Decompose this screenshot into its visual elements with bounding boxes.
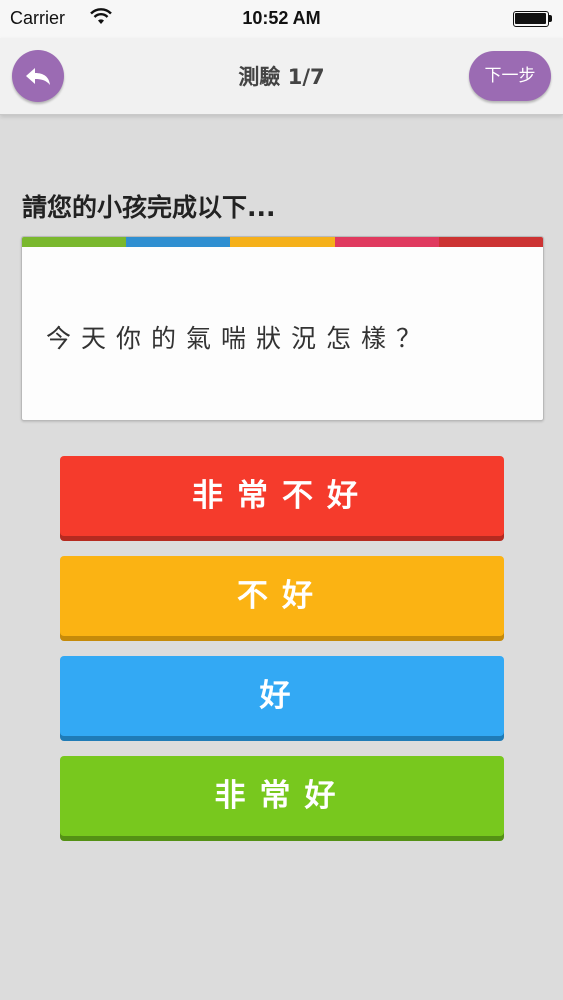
color-strip-segment [334, 237, 439, 247]
color-strip-segment [438, 237, 543, 247]
color-strip-segment [22, 237, 127, 247]
question-card: 今天你的氣喘狀況怎樣？ [21, 236, 544, 421]
next-button[interactable]: 下一步 [469, 51, 551, 101]
answer-button-good[interactable]: 好 [60, 656, 504, 736]
question-text: 今天你的氣喘狀況怎樣？ [46, 324, 432, 353]
answer-button-bad[interactable]: 不好 [60, 556, 504, 636]
answer-button-very-good[interactable]: 非常好 [60, 756, 504, 836]
battery-icon [513, 11, 553, 27]
clock: 10:52 AM [242, 8, 321, 28]
prompt-text: 請您的小孩完成以下... [22, 193, 276, 222]
color-strip-segment [126, 237, 231, 247]
nav-bar: 測驗 1/7 下一步 [0, 38, 563, 115]
color-strip-segment [230, 237, 335, 247]
answer-button-very-bad[interactable]: 非常不好 [60, 456, 504, 536]
status-bar: Carrier 10:52 AM [0, 0, 563, 38]
color-strip [22, 237, 543, 247]
